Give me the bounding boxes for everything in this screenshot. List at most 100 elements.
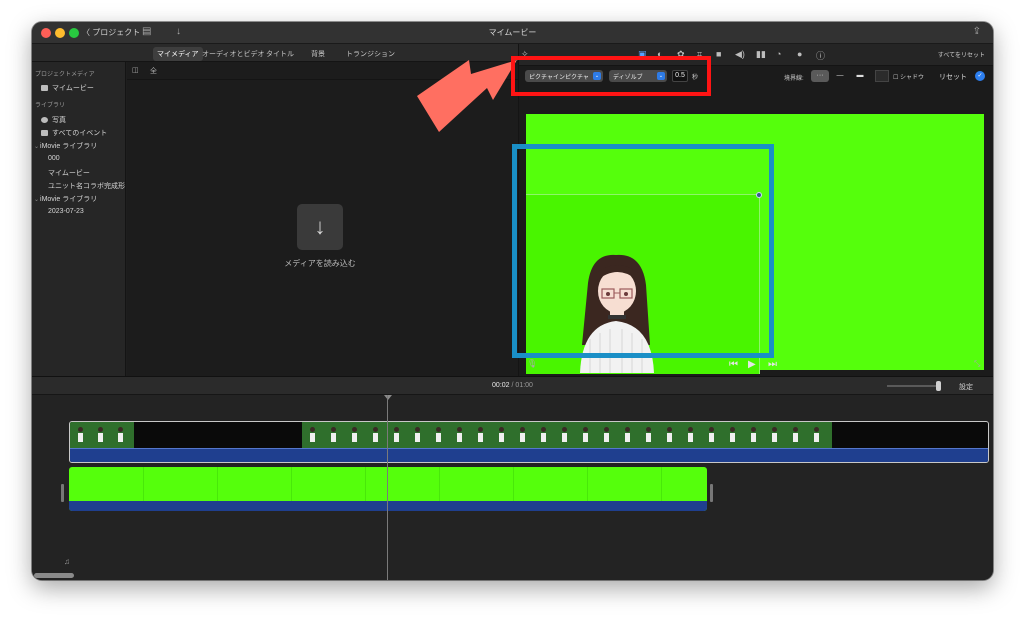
clip-thumbnail-figure bbox=[583, 427, 588, 443]
clip-thumbnail-figure bbox=[78, 427, 83, 443]
chevron-down-icon: ⌄ bbox=[593, 72, 601, 80]
overlay-settings-icon[interactable]: ▣ bbox=[638, 49, 647, 60]
reset-button[interactable]: リセット bbox=[939, 72, 967, 82]
clip-thumbnail-figure bbox=[730, 427, 735, 443]
transition-dropdown[interactable]: ディゾルブ ⌄ bbox=[609, 70, 667, 82]
clip-thumbnail-figure bbox=[520, 427, 525, 443]
chevron-down-icon[interactable]: ⌄ bbox=[34, 197, 39, 203]
all-events-icon bbox=[41, 130, 48, 137]
sidebar-event[interactable]: 000 bbox=[48, 155, 60, 162]
clip-thumbnail-figure bbox=[310, 427, 315, 443]
adjustments-bar: ✧ ▣ ◐ ✿ ⌗ ■ ◀) ▮▮ ◔ ● ⓘ すべてをリセット bbox=[519, 44, 993, 66]
library-sidebar: プロジェクトメディア マイムービー ライブラリ 写真 すべてのイベント ⌄iMo… bbox=[32, 62, 126, 376]
sidebar-item-project[interactable]: マイムービー bbox=[41, 83, 94, 93]
sidebar-event[interactable]: ユニット名コラボ完成形 bbox=[48, 181, 125, 191]
tab-titles[interactable]: タイトル bbox=[262, 47, 298, 61]
duration-field[interactable]: 0.5 bbox=[672, 70, 688, 82]
overlay-audio-track bbox=[69, 501, 707, 511]
timeline: 00:02 / 01:00 設定 ♫ bbox=[32, 376, 993, 580]
picture-in-picture-frame[interactable] bbox=[526, 192, 762, 374]
skip-forward-icon[interactable]: ⏭︎ bbox=[768, 359, 777, 370]
chevron-down-icon[interactable]: ⌄ bbox=[34, 144, 39, 150]
sidebar-event[interactable]: マイムービー bbox=[48, 168, 90, 178]
clip-thumbnail-figure bbox=[814, 427, 819, 443]
project-media-header: プロジェクトメディア bbox=[35, 72, 95, 78]
timeline-toolbar: 00:02 / 01:00 設定 bbox=[32, 377, 993, 395]
clip-thumbnail-figure bbox=[688, 427, 693, 443]
clip-thumbnail-figure bbox=[541, 427, 546, 443]
reset-all-button[interactable]: すべてをリセット bbox=[938, 50, 985, 59]
character-image bbox=[580, 254, 654, 373]
clip-filter-icon[interactable]: ● bbox=[797, 49, 802, 59]
chevron-down-icon: ⌄ bbox=[657, 72, 665, 80]
tab-transitions[interactable]: トランジション bbox=[342, 47, 399, 61]
clip-thumbnail-figure bbox=[394, 427, 399, 443]
clip-thumbnail-figure bbox=[457, 427, 462, 443]
border-color-swatch[interactable] bbox=[875, 70, 889, 82]
clip-thumbnail-figure bbox=[709, 427, 714, 443]
share-icon[interactable]: ⇪ bbox=[973, 26, 981, 37]
zoom-slider[interactable] bbox=[887, 381, 941, 391]
sidebar-item-photos[interactable]: 写真 bbox=[41, 115, 66, 125]
primary-video-clip[interactable] bbox=[69, 421, 989, 463]
border-none-button[interactable]: ··· bbox=[811, 70, 829, 82]
shadow-checkbox[interactable]: ☐ シャドウ bbox=[893, 72, 924, 81]
photos-icon bbox=[41, 117, 48, 124]
sidebar-toggle-icon[interactable]: ◫ bbox=[132, 66, 139, 74]
microphone-icon[interactable]: 🎙︎ bbox=[527, 359, 537, 368]
playhead-marker[interactable] bbox=[384, 395, 392, 400]
music-note-icon: ♫ bbox=[64, 557, 70, 566]
border-thin-button[interactable]: — bbox=[831, 70, 849, 82]
film-icon bbox=[41, 85, 48, 92]
timecode: 00:02 / 01:00 bbox=[492, 382, 533, 389]
timeline-settings-button[interactable]: 設定 bbox=[959, 382, 973, 392]
noise-reduction-icon[interactable]: ▮▮ bbox=[756, 49, 766, 60]
overlay-green-clip[interactable] bbox=[69, 467, 707, 511]
play-icon[interactable]: ▶ bbox=[748, 359, 756, 370]
skip-back-icon[interactable]: ⏮︎ bbox=[729, 359, 738, 370]
color-correction-icon[interactable]: ✿ bbox=[677, 49, 685, 60]
volume-icon[interactable]: ◀) bbox=[735, 49, 745, 60]
apply-checkmark-button[interactable]: ✓ bbox=[975, 71, 985, 81]
tab-my-media[interactable]: マイメディア bbox=[153, 47, 203, 61]
import-media-button[interactable]: ↓ bbox=[297, 204, 343, 250]
sidebar-event[interactable]: 2023-07-23 bbox=[48, 208, 84, 215]
sidebar-item-all-events[interactable]: すべてのイベント bbox=[41, 128, 107, 138]
zoom-slider-knob[interactable] bbox=[936, 381, 941, 391]
stabilization-icon[interactable]: ■ bbox=[716, 49, 721, 59]
down-arrow-icon: ↓ bbox=[314, 214, 326, 239]
trim-handle-right[interactable] bbox=[710, 484, 713, 502]
sidebar-library-1[interactable]: ⌄iMovie ライブラリ bbox=[34, 141, 97, 151]
viewer-panel: ✧ ▣ ◐ ✿ ⌗ ■ ◀) ▮▮ ◔ ● ⓘ すべてをリセット ピクチャインピ… bbox=[518, 44, 993, 376]
audio-waveform bbox=[70, 448, 988, 462]
trim-handle-left[interactable] bbox=[61, 484, 64, 502]
overlay-options-bar: ピクチャインピクチャ ⌄ ディゾルブ ⌄ 0.5 秒 境界線: ··· — ▬ … bbox=[519, 66, 993, 88]
info-icon[interactable]: ⓘ bbox=[816, 49, 825, 62]
title-bar: 〈 プロジェクト ▤ ↓ マイムービー ⇪ bbox=[32, 22, 993, 44]
tab-backgrounds[interactable]: 背景 bbox=[307, 47, 329, 61]
magic-wand-icon[interactable]: ✧ bbox=[521, 49, 529, 60]
overlay-style-dropdown[interactable]: ピクチャインピクチャ ⌄ bbox=[525, 70, 603, 82]
speed-icon[interactable]: ◔ bbox=[776, 49, 781, 59]
clip-thumbnail-figure bbox=[604, 427, 609, 443]
sidebar-library-2[interactable]: ⌄iMovie ライブラリ bbox=[34, 194, 97, 204]
tab-audio-video[interactable]: オーディオとビデオ bbox=[198, 47, 269, 61]
clip-thumbnail-figure bbox=[436, 427, 441, 443]
all-clips-toggle[interactable]: 全 bbox=[150, 66, 157, 76]
playhead[interactable] bbox=[387, 395, 388, 580]
clip-thumbnail-figure bbox=[373, 427, 378, 443]
clip-thumbnail-figure bbox=[751, 427, 756, 443]
fullscreen-icon[interactable]: ⤡ bbox=[974, 359, 980, 369]
border-thick-button[interactable]: ▬ bbox=[851, 70, 869, 82]
resize-handle[interactable] bbox=[756, 192, 762, 198]
window-title: マイムービー bbox=[488, 28, 537, 37]
clip-thumbnail-figure bbox=[478, 427, 483, 443]
crop-icon[interactable]: ⌗ bbox=[697, 49, 702, 60]
duration-unit: 秒 bbox=[692, 75, 699, 81]
horizontal-scrollbar[interactable] bbox=[34, 573, 74, 578]
clip-thumbnail-figure bbox=[562, 427, 567, 443]
clip-thumbnail-figure bbox=[98, 427, 103, 443]
video-preview[interactable] bbox=[526, 114, 984, 374]
color-balance-icon[interactable]: ◐ bbox=[657, 49, 662, 59]
import-media-label[interactable]: メディアを読み込む bbox=[227, 258, 413, 269]
